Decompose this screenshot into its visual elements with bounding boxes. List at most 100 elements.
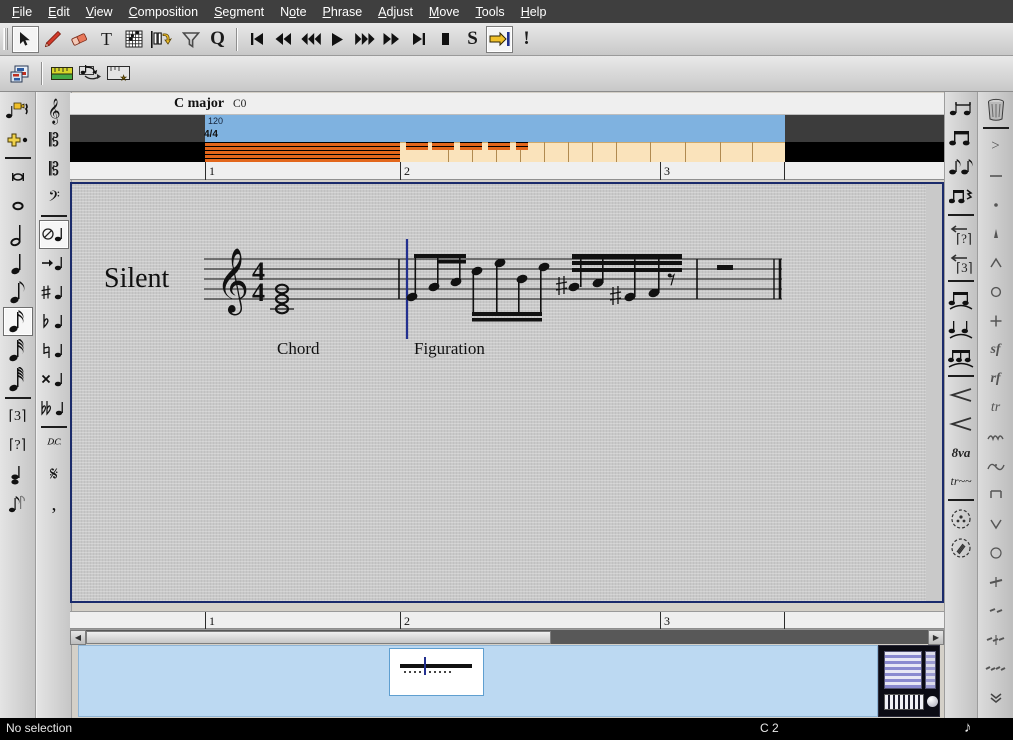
accent-mark-button[interactable]: > xyxy=(981,132,1011,161)
stop-button[interactable] xyxy=(432,26,459,53)
tremolo-4-button[interactable] xyxy=(981,654,1011,683)
select-tool-button[interactable] xyxy=(12,25,39,53)
menu-adjust[interactable]: Adjust xyxy=(370,2,421,22)
jump-to-playback-pointer-button[interactable] xyxy=(486,25,513,53)
unbeam-button[interactable] xyxy=(946,153,976,182)
untuplet-button[interactable]: ⌈?⌉ xyxy=(946,219,976,248)
eighth-note-button[interactable] xyxy=(3,278,33,307)
composition-panner[interactable] xyxy=(78,645,878,717)
menu-composition[interactable]: Composition xyxy=(121,2,206,22)
coda-button[interactable]: 𝄋 xyxy=(39,460,69,489)
treble-clef-button[interactable]: 𝄞 xyxy=(39,96,69,125)
ottava-button[interactable]: 8va xyxy=(946,438,976,467)
panic-button[interactable]: ! xyxy=(513,26,540,53)
staccatissimo-mark-button[interactable] xyxy=(981,219,1011,248)
harmonic-mark-button[interactable] xyxy=(981,538,1011,567)
segment-block-chord[interactable] xyxy=(205,142,400,162)
up-bow-mark-button[interactable] xyxy=(981,509,1011,538)
follow-previous-accidental-button[interactable] xyxy=(39,249,69,278)
turn-mark-button[interactable] xyxy=(981,451,1011,480)
insert-note-tool-button[interactable] xyxy=(147,26,177,53)
canvas-horizontal-scrollbar[interactable]: ◀ ▶ xyxy=(70,629,944,645)
menu-help[interactable]: Help xyxy=(513,2,555,22)
rewind-fast-button[interactable] xyxy=(297,26,324,53)
tempo-ruler[interactable]: 120 xyxy=(70,115,944,129)
guitar-chord-tool-button[interactable] xyxy=(120,26,147,53)
panner-viewport-box[interactable] xyxy=(389,648,484,696)
scroll-right-arrow-icon[interactable]: ▶ xyxy=(928,630,944,645)
phrasing-slur-button[interactable] xyxy=(946,343,976,372)
notation-canvas[interactable]: Silent 𝄞 4 4 𝄾 Chord Figuration xyxy=(72,184,926,601)
fast-forward-fast-button[interactable] xyxy=(351,26,378,53)
menu-phrase[interactable]: Phrase xyxy=(315,2,371,22)
triplet-mode-button[interactable]: ⌈3⌉ xyxy=(3,402,33,431)
thirtysecond-note-button[interactable] xyxy=(3,336,33,365)
beam-group-button[interactable] xyxy=(946,124,976,153)
pedal-up-button[interactable] xyxy=(946,533,976,562)
menu-tools[interactable]: Tools xyxy=(468,2,513,22)
menu-edit[interactable]: Edit xyxy=(40,2,78,22)
sixtyfourth-note-button[interactable] xyxy=(3,365,33,394)
rest-insert-button[interactable] xyxy=(3,96,33,125)
tuplet-mode-button[interactable]: ⌈?⌉ xyxy=(3,431,33,460)
tenuto-mark-button[interactable] xyxy=(981,161,1011,190)
grace-note-mode-button[interactable] xyxy=(3,489,33,518)
slur-below-button[interactable] xyxy=(946,314,976,343)
menu-note[interactable]: Note xyxy=(272,2,314,22)
crescendo-button[interactable] xyxy=(946,380,976,409)
open-in-matrix-editor-button[interactable] xyxy=(6,60,36,87)
tremolo-3-button[interactable] xyxy=(981,625,1011,654)
erase-tool-button[interactable] xyxy=(66,26,93,53)
breve-note-button[interactable] xyxy=(3,162,33,191)
mixer-fader[interactable] xyxy=(925,651,936,689)
play-button[interactable] xyxy=(324,26,351,53)
show-rulers-button[interactable] xyxy=(48,60,76,87)
chord-name-ruler[interactable]: C major C0 xyxy=(70,93,944,115)
tie-notes-button[interactable] xyxy=(946,95,976,124)
chevron-down-button[interactable] xyxy=(981,683,1011,712)
marcato-mark-button[interactable] xyxy=(981,248,1011,277)
open-mark-button[interactable] xyxy=(981,277,1011,306)
quarter-note-button[interactable] xyxy=(3,249,33,278)
time-signature-ruler[interactable]: 4/4 xyxy=(70,129,944,142)
segno-button[interactable]: 𝄊 xyxy=(39,431,69,460)
trill-mark-button[interactable]: tr xyxy=(981,393,1011,422)
breath-mark-button[interactable]: , xyxy=(39,489,69,518)
delete-marks-button[interactable] xyxy=(981,95,1011,124)
mixer-knob[interactable] xyxy=(927,696,938,707)
bar-number-ruler-top[interactable]: 1 2 3 xyxy=(70,162,944,180)
menu-move[interactable]: Move xyxy=(421,2,468,22)
mini-keyboard[interactable] xyxy=(884,694,924,710)
scroll-left-arrow-icon[interactable]: ◀ xyxy=(70,630,86,645)
horizontal-scroll-thumb[interactable] xyxy=(86,631,551,644)
decrescendo-button[interactable] xyxy=(946,409,976,438)
no-accidental-button[interactable] xyxy=(39,220,69,249)
quantize-tool-button[interactable]: Q xyxy=(204,26,231,53)
show-lilypond-markers-button[interactable] xyxy=(104,60,132,87)
tremolo-1-button[interactable] xyxy=(981,567,1011,596)
pedal-down-button[interactable] xyxy=(946,504,976,533)
natural-button[interactable] xyxy=(39,336,69,365)
solo-button[interactable]: S xyxy=(459,26,486,53)
menu-segment[interactable]: Segment xyxy=(206,2,272,22)
double-flat-button[interactable] xyxy=(39,394,69,423)
draw-tool-button[interactable] xyxy=(39,26,66,53)
down-bow-mark-button[interactable] xyxy=(981,480,1011,509)
rewind-to-beginning-button[interactable] xyxy=(243,26,270,53)
add-dot-button[interactable] xyxy=(3,125,33,154)
menu-view[interactable]: View xyxy=(78,2,121,22)
stopped-mark-button[interactable] xyxy=(981,306,1011,335)
tremolo-2-button[interactable] xyxy=(981,596,1011,625)
rinforzando-mark-button[interactable]: rf xyxy=(981,364,1011,393)
mordent-mark-button[interactable] xyxy=(981,422,1011,451)
trill-line-button[interactable]: tr~~ xyxy=(946,467,976,496)
flat-button[interactable] xyxy=(39,307,69,336)
bass-clef-button[interactable]: 𝄢 xyxy=(39,183,69,212)
auto-beam-button[interactable] xyxy=(946,182,976,211)
tenor-clef-button[interactable]: 𝄡 xyxy=(39,154,69,183)
alto-clef-button[interactable]: 𝄡 xyxy=(39,125,69,154)
menu-file[interactable]: File xyxy=(4,2,40,22)
slur-above-button[interactable] xyxy=(946,285,976,314)
forward-to-end-button[interactable] xyxy=(405,26,432,53)
fast-forward-button[interactable] xyxy=(378,26,405,53)
